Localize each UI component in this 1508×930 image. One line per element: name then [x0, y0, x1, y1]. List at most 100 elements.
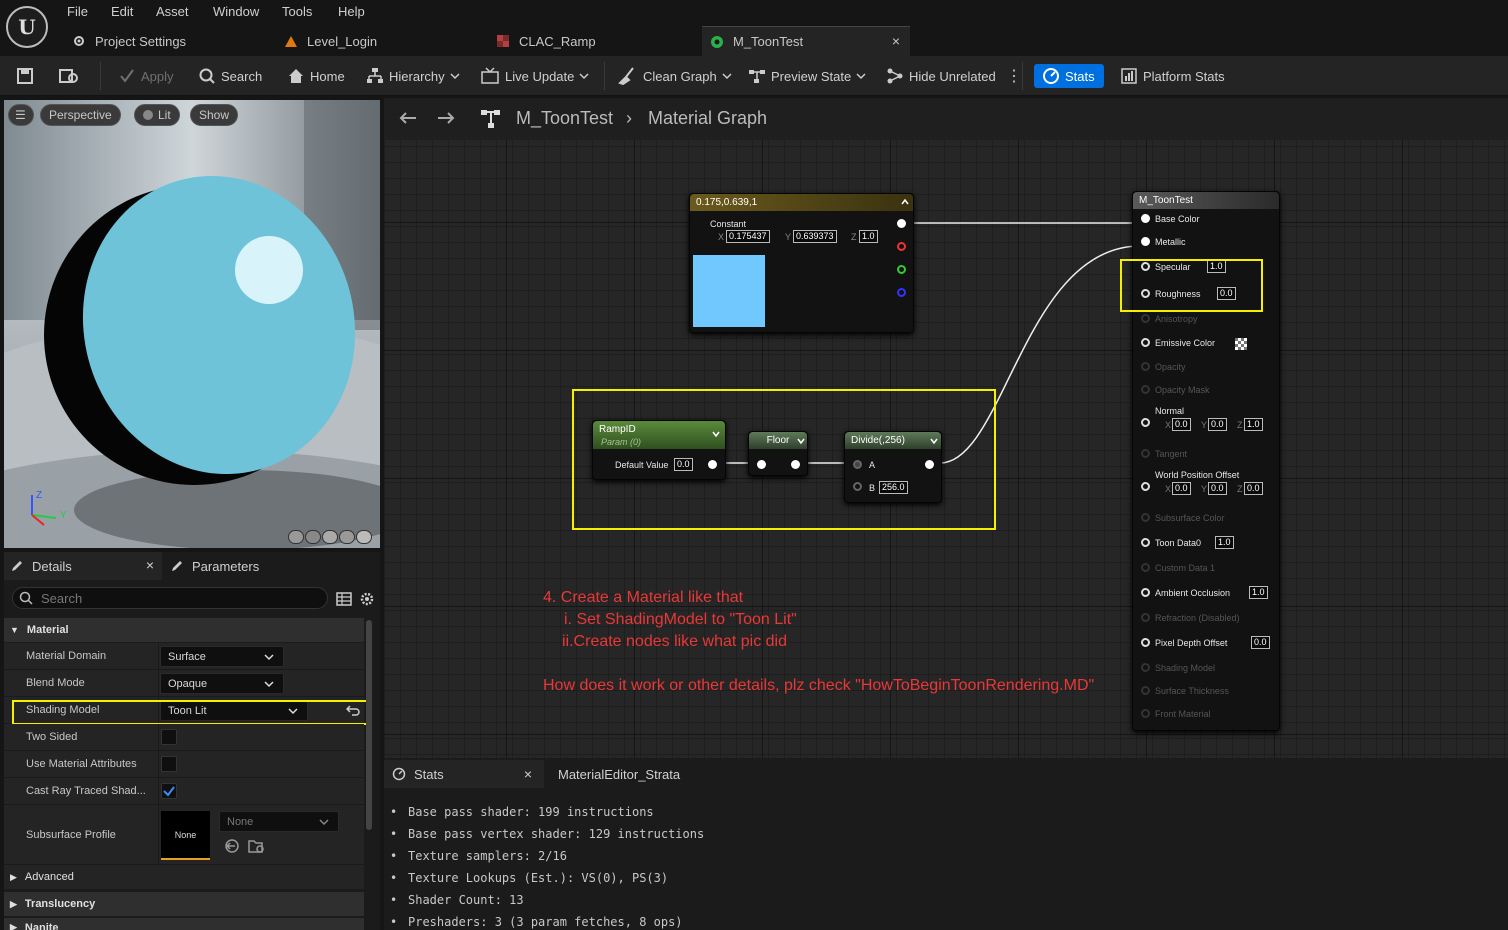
save-button[interactable]	[16, 64, 39, 88]
result-pin-row[interactable]: Anisotropy	[1139, 314, 1279, 330]
plane-preview-icon[interactable]	[322, 530, 338, 544]
menu-help[interactable]: Help	[338, 4, 365, 19]
result-pin-row[interactable]: Front Material	[1139, 709, 1279, 725]
y-value-input[interactable]: 0.0	[1208, 418, 1227, 431]
z-value-input[interactable]: 0.0	[1244, 482, 1263, 495]
platform-stats-button[interactable]: Platform Stats	[1120, 64, 1225, 88]
tab-clac-ramp[interactable]: CLAC_Ramp	[496, 26, 696, 56]
details-search-input[interactable]: Search	[12, 587, 328, 609]
input-pin[interactable]	[1141, 686, 1150, 695]
z-value-input[interactable]: 1.0	[859, 230, 878, 243]
perspective-button[interactable]: Perspective	[40, 104, 121, 126]
menu-tools[interactable]: Tools	[282, 4, 312, 19]
menu-window[interactable]: Window	[213, 4, 259, 19]
tab-parameters[interactable]: Parameters	[170, 552, 370, 580]
constant3-node[interactable]: 0.175,0.639,1 Constant X 0.175437 Y 0.63…	[689, 193, 914, 333]
result-pin-row[interactable]: Opacity	[1139, 362, 1279, 378]
input-pin[interactable]	[1141, 563, 1150, 572]
x-value-input[interactable]: 0.0	[1172, 418, 1191, 431]
preview-viewport[interactable]: ☰ Perspective Lit Show Z Y	[4, 100, 380, 548]
input-pin[interactable]	[1141, 588, 1150, 597]
blend-mode-dropdown[interactable]: Opaque	[160, 673, 284, 694]
category-material[interactable]: ▼ Material	[4, 618, 364, 642]
material-graph-canvas[interactable]: M_ToonTest › Material Graph 0.175,0.639,…	[384, 98, 1508, 758]
result-pin-row[interactable]: Metallic	[1139, 237, 1279, 253]
result-pin-row[interactable]: World Position Offset X 0.0 Y 0.0 Z 0.0	[1139, 470, 1279, 495]
details-scrollbar[interactable]	[366, 620, 372, 830]
preview-state-button[interactable]: Preview State	[748, 64, 872, 88]
result-pin-row[interactable]: Tangent	[1139, 449, 1279, 465]
use-selected-asset-icon[interactable]	[224, 838, 240, 854]
viewport-menu-button[interactable]: ☰	[8, 104, 34, 126]
input-pin[interactable]	[1141, 362, 1150, 371]
z-value-input[interactable]: 1.0	[1244, 418, 1263, 431]
pin-value-input[interactable]: 1.0	[1215, 536, 1234, 549]
result-pin-row[interactable]: Surface Thickness	[1139, 686, 1279, 702]
menu-asset[interactable]: Asset	[156, 4, 189, 19]
show-button[interactable]: Show	[190, 104, 239, 126]
unreal-logo-icon[interactable]: U	[6, 6, 48, 48]
result-pin-row[interactable]: Toon Data0 1.0	[1139, 536, 1279, 554]
stats-button[interactable]: Stats	[1034, 64, 1104, 88]
input-pin[interactable]	[1141, 237, 1150, 246]
pin-value-input[interactable]: 0.0	[1251, 636, 1270, 649]
input-pin[interactable]	[1141, 214, 1150, 223]
tab-materialeditor-strata[interactable]: MaterialEditor_Strata	[558, 760, 680, 788]
close-details-icon[interactable]: ×	[146, 557, 154, 573]
use-material-attributes-checkbox[interactable]	[161, 756, 177, 772]
more-options-icon[interactable]: ⋮	[1006, 64, 1022, 88]
two-sided-checkbox[interactable]	[161, 729, 177, 745]
subsurface-profile-dropdown[interactable]: None	[219, 811, 339, 832]
tab-details[interactable]: Details ×	[4, 552, 162, 580]
tab-stats[interactable]: Stats ×	[384, 760, 544, 788]
input-pin[interactable]	[1141, 663, 1150, 672]
input-pin[interactable]	[1141, 638, 1150, 647]
browse-button[interactable]	[58, 64, 85, 88]
cube-preview-icon[interactable]	[339, 530, 355, 544]
cast-ray-traced-shadows-checkbox[interactable]	[161, 783, 177, 799]
input-pin[interactable]	[1141, 338, 1150, 347]
x-value-input[interactable]: 0.175437	[726, 230, 770, 243]
x-value-input[interactable]: 0.0	[1172, 482, 1191, 495]
cylinder-preview-icon[interactable]	[288, 530, 304, 544]
pin-value-input[interactable]: 1.0	[1249, 586, 1268, 599]
input-pin[interactable]	[1141, 709, 1150, 718]
result-pin-row[interactable]: Pixel Depth Offset 0.0	[1139, 636, 1279, 654]
sphere-preview-icon[interactable]	[305, 530, 321, 544]
y-value-input[interactable]: 0.639373	[793, 230, 837, 243]
input-pin[interactable]	[1141, 482, 1150, 491]
live-update-button[interactable]: Live Update	[480, 64, 595, 88]
subsurface-profile-thumbnail[interactable]: None	[161, 811, 210, 860]
input-pin[interactable]	[1141, 613, 1150, 622]
category-advanced[interactable]: ▶ Advanced	[4, 865, 364, 889]
rgb-output-pin[interactable]	[897, 219, 906, 228]
clean-graph-button[interactable]: Clean Graph	[618, 64, 738, 88]
hierarchy-button[interactable]: Hierarchy	[366, 64, 466, 88]
collapse-icon[interactable]	[900, 197, 910, 207]
green-output-pin[interactable]	[897, 265, 906, 274]
category-nanite[interactable]: ▶ Nanite	[4, 918, 364, 930]
result-pin-row[interactable]: Refraction (Disabled)	[1139, 613, 1279, 629]
blue-output-pin[interactable]	[897, 288, 906, 297]
apply-button[interactable]: Apply	[118, 64, 174, 88]
material-domain-dropdown[interactable]: Surface	[160, 646, 284, 667]
table-view-icon[interactable]	[336, 591, 352, 607]
result-pin-row[interactable]: Custom Data 1	[1139, 563, 1279, 579]
settings-gear-icon[interactable]	[359, 591, 375, 607]
result-pin-row[interactable]: Emissive Color	[1139, 338, 1279, 354]
browse-asset-icon[interactable]	[248, 838, 266, 854]
tab-m-toontest[interactable]: M_ToonTest ×	[702, 26, 910, 56]
close-stats-icon[interactable]: ×	[524, 766, 532, 782]
input-pin[interactable]	[1141, 385, 1150, 394]
custom-mesh-preview-icon[interactable]	[356, 530, 372, 544]
menu-edit[interactable]: Edit	[111, 4, 133, 19]
red-output-pin[interactable]	[897, 242, 906, 251]
hide-unrelated-button[interactable]: Hide Unrelated	[886, 64, 996, 88]
home-button[interactable]: Home	[287, 64, 345, 88]
input-pin[interactable]	[1141, 418, 1150, 427]
input-pin[interactable]	[1141, 538, 1150, 547]
y-value-input[interactable]: 0.0	[1208, 482, 1227, 495]
tab-project-settings[interactable]: Project Settings	[72, 26, 272, 56]
category-translucency[interactable]: ▶ Translucency	[4, 892, 364, 916]
close-tab-icon[interactable]: ×	[892, 33, 900, 49]
